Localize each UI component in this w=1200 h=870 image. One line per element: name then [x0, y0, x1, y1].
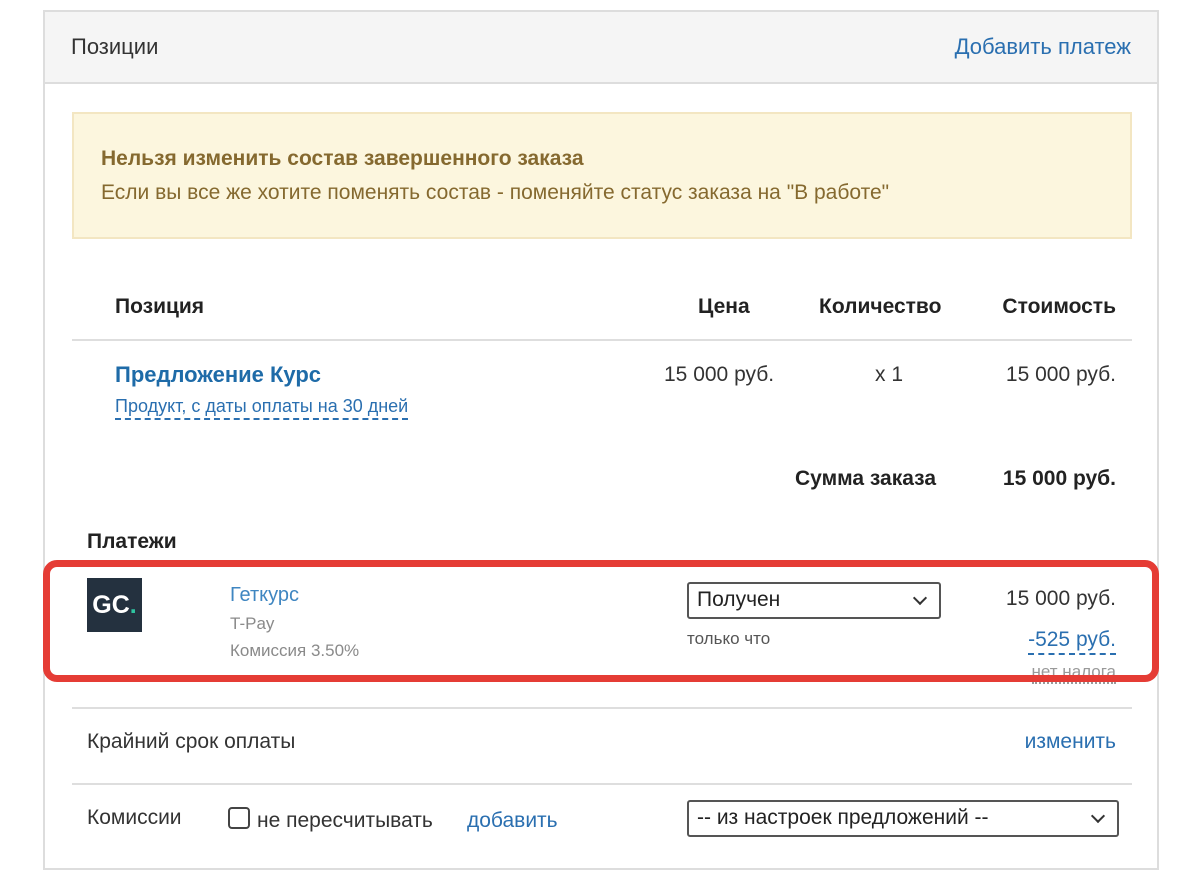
payment-status-select[interactable]: Получен — [687, 582, 941, 619]
divider — [72, 783, 1132, 785]
payment-status-value: Получен — [697, 588, 781, 611]
divider — [72, 339, 1132, 341]
divider — [72, 707, 1132, 709]
payment-method: T-Pay — [230, 614, 275, 633]
product-description-link[interactable]: Продукт, с даты оплаты на 30 дней — [115, 396, 409, 420]
panel-header: Позиции Добавить платеж — [45, 12, 1157, 84]
warning-title: Нельзя изменить состав завершенного зака… — [101, 147, 584, 170]
add-payment-link[interactable]: Добавить платеж — [955, 34, 1131, 60]
warning-text: Если вы все же хотите поменять состав - … — [101, 181, 890, 204]
chevron-down-icon — [912, 590, 928, 606]
commission-source-value: -- из настроек предложений -- — [697, 806, 989, 829]
payment-fee-amount-link[interactable]: -525 руб. — [1028, 627, 1116, 655]
item-price: 15 000 руб. — [664, 363, 775, 386]
payment-time: только что — [687, 629, 771, 648]
order-items-panel: Позиции Добавить платеж Нельзя изменить … — [43, 10, 1159, 870]
commission-source-select[interactable]: -- из настроек предложений -- — [687, 800, 1119, 837]
column-header-price: Цена — [698, 295, 750, 318]
payment-deadline-label: Крайний срок оплаты — [87, 730, 296, 753]
add-commission-link[interactable]: добавить — [467, 809, 558, 833]
column-header-quantity: Количество — [819, 295, 942, 318]
getcourse-logo: GC. — [87, 578, 142, 632]
item-cost: 15 000 руб. — [1005, 363, 1116, 386]
change-deadline-link[interactable]: изменить — [1025, 730, 1116, 754]
column-header-item: Позиция — [115, 295, 205, 318]
column-header-cost: Стоимость — [1002, 295, 1116, 318]
chevron-down-icon — [1090, 808, 1106, 824]
no-recalculate-checkbox[interactable] — [228, 807, 250, 829]
payment-provider-link[interactable]: Геткурс — [230, 584, 299, 607]
order-total-value: 15 000 руб. — [1002, 467, 1116, 490]
item-quantity: x 1 — [875, 363, 904, 386]
commissions-label: Комиссии — [87, 806, 182, 829]
payment-amount: 15 000 руб. — [1005, 587, 1116, 610]
product-name-link[interactable]: Предложение Курс — [115, 362, 321, 388]
payment-commission-rate: Комиссия 3.50% — [230, 641, 360, 660]
order-total-label: Сумма заказа — [795, 467, 937, 490]
no-recalculate-label: не пересчитывать — [257, 809, 433, 832]
payments-heading: Платежи — [87, 530, 177, 553]
warning-alert: Нельзя изменить состав завершенного зака… — [72, 112, 1132, 239]
tax-link[interactable]: нет налога — [1031, 662, 1116, 684]
panel-title: Позиции — [71, 34, 159, 59]
